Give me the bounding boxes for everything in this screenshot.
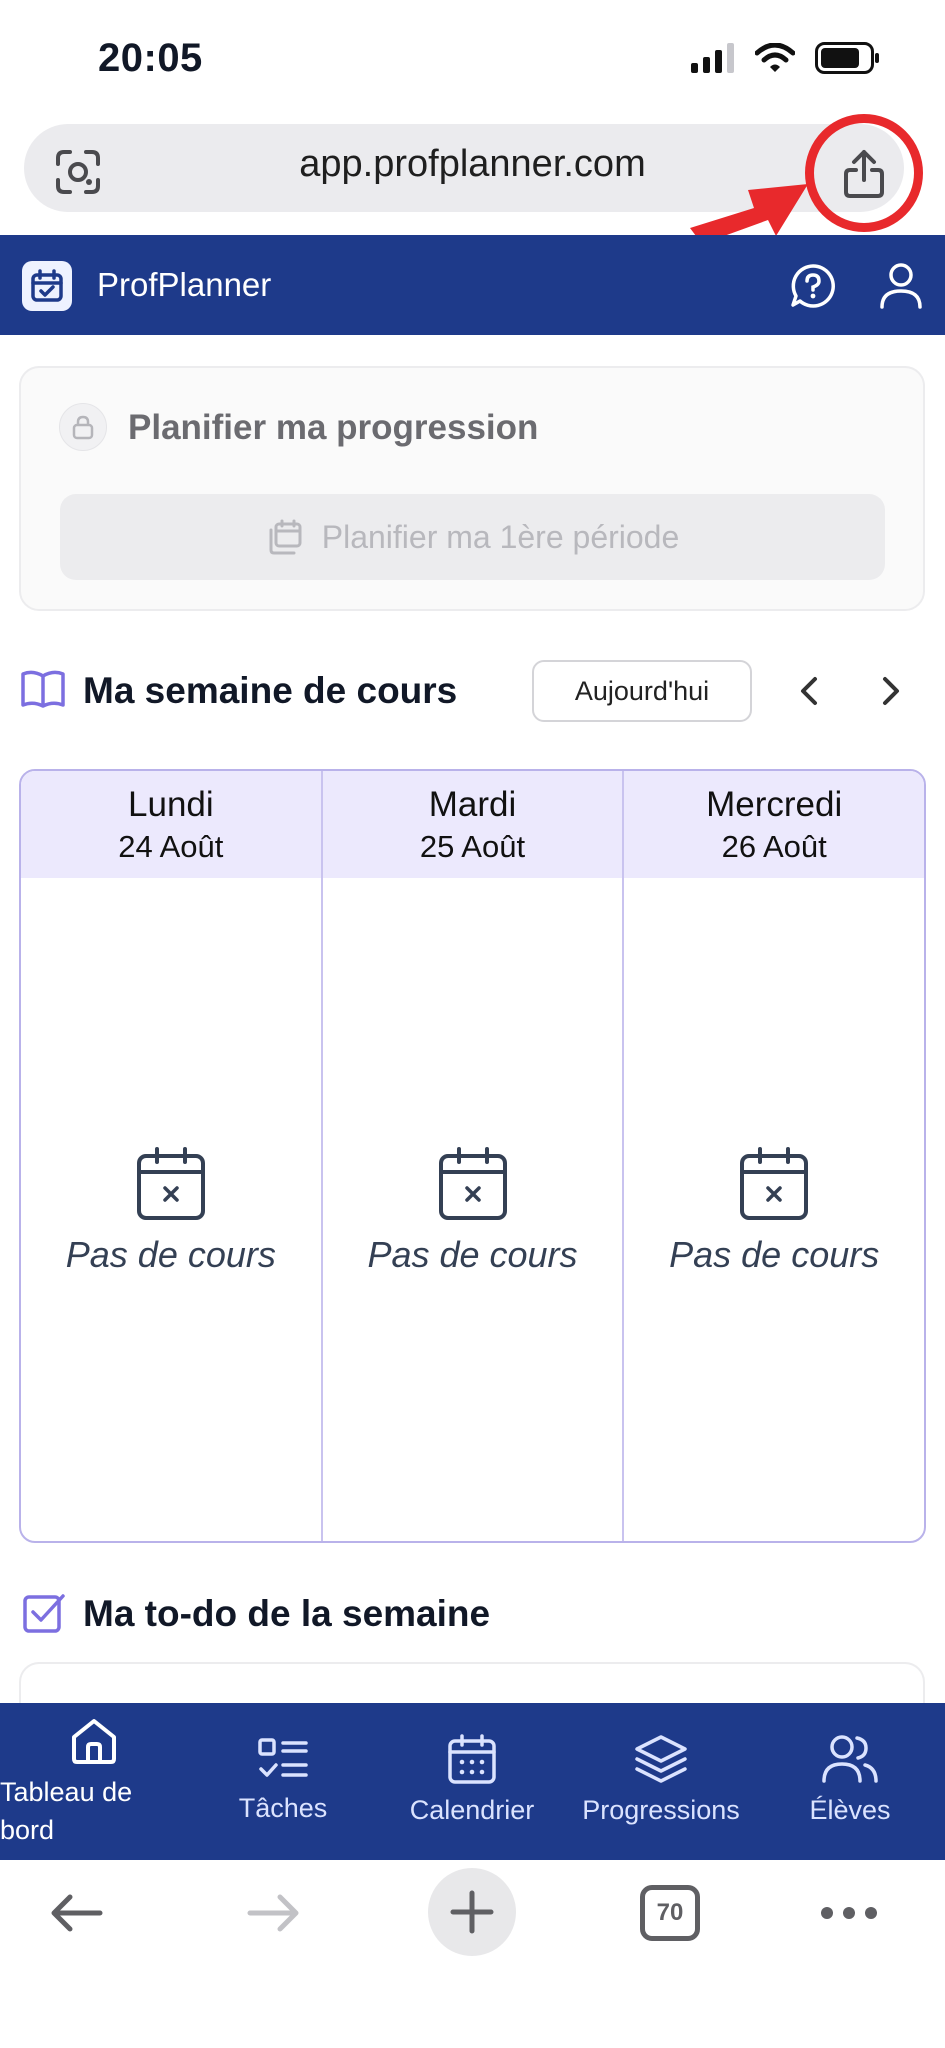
cellular-signal-icon — [691, 43, 734, 73]
help-button[interactable] — [788, 261, 838, 311]
no-class-text: Pas de cours — [65, 1234, 276, 1275]
more-options-button[interactable] — [820, 1904, 878, 1922]
nav-calendar[interactable]: Calendrier — [377, 1703, 567, 1860]
calendar-x-icon — [438, 1147, 507, 1220]
user-icon — [880, 263, 922, 309]
plan-card-title: Planifier ma progression — [128, 408, 539, 447]
nav-progressions[interactable]: Progressions — [566, 1703, 756, 1860]
wifi-icon — [755, 43, 795, 72]
browser-forward-button[interactable] — [244, 1888, 304, 1938]
chevron-right-icon — [883, 677, 899, 705]
day-date: 24 Août — [118, 828, 224, 864]
day-column-tuesday[interactable]: Mardi 25 Août Pas de cours — [322, 771, 625, 1541]
browser-back-button[interactable] — [46, 1888, 106, 1938]
todo-section-title: Ma to-do de la semaine — [83, 1593, 491, 1634]
more-dots-icon — [821, 1907, 877, 1919]
tab-switcher-button[interactable]: 70 — [640, 1885, 700, 1941]
day-empty-state: Pas de cours — [21, 1146, 321, 1276]
day-date: 26 Août — [721, 828, 827, 864]
plan-first-period-button[interactable]: Planifier ma 1ère période — [60, 494, 885, 580]
nav-calendar-label: Calendrier — [409, 1795, 535, 1825]
lock-icon — [72, 415, 94, 440]
status-icons — [691, 42, 881, 74]
app-logo[interactable] — [22, 261, 72, 311]
app-title[interactable]: ProfPlanner — [97, 266, 271, 304]
calendar-icon — [448, 1734, 496, 1784]
lock-badge — [59, 403, 107, 451]
plan-first-period-label: Planifier ma 1ère période — [321, 518, 680, 555]
week-grid: Lundi 24 Août Pas de cours Mardi 25 Août… — [19, 769, 926, 1543]
day-empty-state: Pas de cours — [323, 1146, 623, 1276]
nav-students[interactable]: Élèves — [755, 1703, 945, 1860]
today-button[interactable]: Aujourd'hui — [532, 660, 752, 722]
arrow-right-icon — [247, 1894, 299, 1932]
nav-tasks-label: Tâches — [238, 1793, 328, 1823]
day-empty-state: Pas de cours — [624, 1146, 924, 1276]
copy-calendar-icon — [269, 519, 302, 555]
layers-icon — [635, 1735, 687, 1783]
users-icon — [822, 1735, 878, 1783]
previous-week-button[interactable] — [790, 671, 830, 711]
bottom-navigation: Tableau de bord Tâches Calendrier Progre… — [0, 1703, 945, 1860]
day-header: Mardi 25 Août — [322, 771, 623, 878]
next-week-button[interactable] — [870, 671, 910, 711]
checkbox-checked-icon — [22, 1590, 66, 1634]
book-open-icon — [20, 668, 66, 710]
day-header: Mercredi 26 Août — [624, 771, 924, 878]
profile-button[interactable] — [878, 261, 924, 311]
calendar-check-icon — [31, 269, 63, 302]
day-column-monday[interactable]: Lundi 24 Août Pas de cours — [21, 771, 323, 1541]
nav-dashboard-label: Tableau de bord — [0, 1777, 133, 1845]
calendar-x-icon — [136, 1147, 205, 1220]
calendar-x-icon — [740, 1147, 809, 1220]
day-date: 25 Août — [419, 828, 526, 864]
nav-progressions-label: Progressions — [582, 1795, 740, 1825]
day-name: Lundi — [128, 784, 214, 824]
home-icon — [72, 1719, 116, 1764]
no-class-text: Pas de cours — [367, 1234, 578, 1275]
nav-tasks[interactable]: Tâches — [188, 1703, 378, 1860]
nav-students-label: Élèves — [809, 1795, 891, 1825]
day-name: Mercredi — [706, 784, 843, 824]
nav-dashboard[interactable]: Tableau de bord — [0, 1703, 180, 1860]
day-name: Mardi — [428, 784, 517, 824]
chevron-left-icon — [801, 677, 817, 705]
plus-icon — [450, 1890, 494, 1934]
day-column-wednesday[interactable]: Mercredi 26 Août Pas de cours — [624, 771, 924, 1541]
annotation-highlight-circle — [805, 114, 923, 232]
no-class-text: Pas de cours — [669, 1234, 880, 1275]
new-tab-button[interactable] — [428, 1868, 516, 1956]
arrow-left-icon — [51, 1894, 103, 1932]
battery-icon — [815, 42, 879, 74]
week-section-title: Ma semaine de cours — [83, 670, 458, 711]
tasks-icon — [258, 1738, 308, 1777]
help-chat-icon — [791, 264, 835, 308]
status-time: 20:05 — [98, 36, 203, 80]
day-header: Lundi 24 Août — [21, 771, 321, 878]
